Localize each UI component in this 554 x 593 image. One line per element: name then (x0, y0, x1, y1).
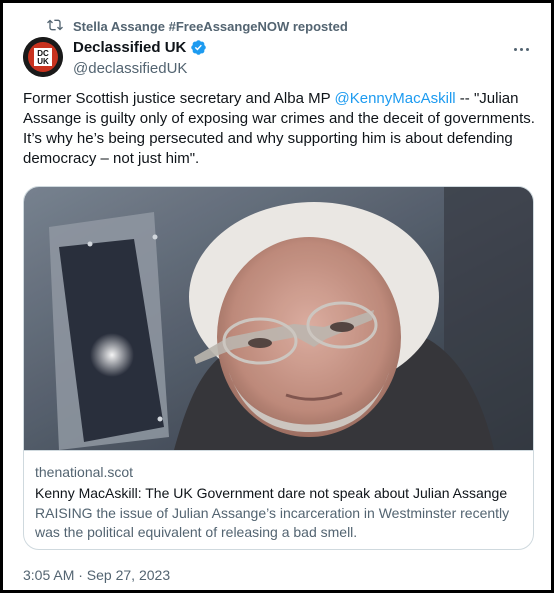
author-name[interactable]: Declassified UK (73, 39, 186, 56)
verified-badge-icon[interactable] (190, 39, 207, 56)
svg-text:UK: UK (37, 57, 49, 66)
declassified-logo-icon: DC UK (23, 37, 63, 77)
avatar[interactable]: DC UK (23, 37, 63, 77)
timestamp[interactable]: 3:05 AM · Sep 27, 2023 (23, 567, 170, 583)
more-options-icon[interactable] (511, 39, 531, 59)
link-card[interactable]: thenational.scot Kenny MacAskill: The UK… (23, 186, 534, 550)
card-domain[interactable]: thenational.scot (35, 464, 133, 480)
tweet-text-part: Former Scottish justice secretary and Al… (23, 90, 335, 107)
repost-line[interactable]: Stella Assange #FreeAssangeNOW reposted (47, 17, 348, 35)
card-title[interactable]: Kenny MacAskill: The UK Government dare … (35, 485, 507, 501)
card-description[interactable]: RAISING the issue of Julian Assange’s in… (35, 504, 523, 542)
card-image[interactable] (24, 187, 533, 450)
card-divider (24, 450, 533, 451)
author-name-row[interactable]: Declassified UK (73, 39, 207, 56)
repost-icon (47, 17, 63, 36)
mention-link[interactable]: @KennyMacAskill (335, 90, 456, 107)
author-handle[interactable]: @declassifiedUK (73, 60, 187, 77)
tweet-frame: Stella Assange #FreeAssangeNOW reposted … (0, 0, 554, 593)
tweet-text: Former Scottish justice secretary and Al… (23, 89, 538, 169)
repost-text: Stella Assange #FreeAssangeNOW reposted (73, 18, 348, 34)
